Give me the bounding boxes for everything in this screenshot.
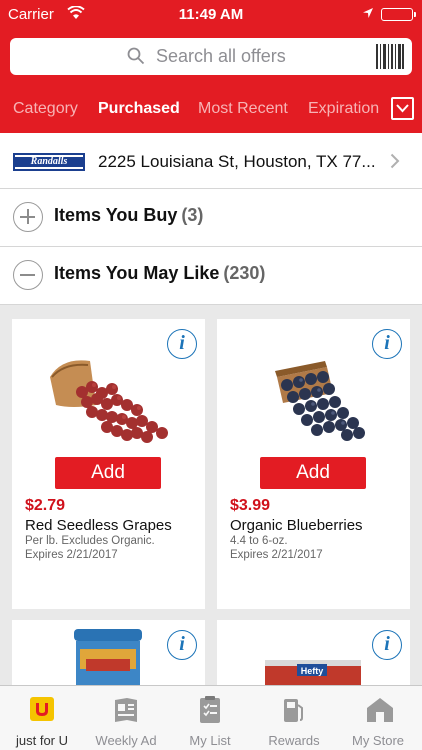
tab-category[interactable]: Category [13, 100, 78, 118]
tab-rewards[interactable]: Rewards [252, 686, 336, 750]
offer-description: Per lb. Excludes Organic. [25, 535, 155, 547]
offer-card[interactable]: i [12, 620, 205, 685]
filter-tabs: Category Purchased Most Recent Expiratio… [0, 88, 422, 128]
offer-card[interactable]: i Add $3.99 Organic Blueberries 4.4 to 6… [217, 319, 410, 609]
grapes-image [50, 360, 168, 443]
tab-bar: just for U Weekly Ad My List Rewards My … [0, 685, 422, 750]
app-header: Carrier 11:49 AM Search all offers Categ… [0, 0, 422, 133]
hefty-bags-image: Hefty [265, 660, 361, 685]
status-bar: Carrier 11:49 AM [0, 0, 422, 30]
tab-label: My List [189, 733, 231, 748]
offer-card[interactable]: i Add $2.79 Red Seedless Grapes Per lb. … [12, 319, 205, 609]
section-title: Items You May Like [54, 263, 220, 283]
store-logo: Randalls [13, 153, 85, 171]
offer-price: $3.99 [230, 497, 271, 514]
offer-name: Organic Blueberries [230, 517, 363, 534]
store-selector[interactable]: Randalls 2225 Louisiana St, Houston, TX … [0, 133, 422, 189]
section-count: (230) [223, 263, 266, 283]
peanut-butter-image [74, 629, 142, 685]
offer-price: $2.79 [25, 497, 66, 514]
add-offer-button[interactable]: Add [55, 457, 161, 489]
tab-my-list[interactable]: My List [168, 686, 252, 750]
tab-label: Rewards [268, 733, 320, 748]
chevron-down-icon [396, 104, 409, 113]
offer-card[interactable]: i Hefty [217, 620, 410, 685]
expand-plus-icon[interactable] [13, 202, 43, 232]
offer-name: Red Seedless Grapes [25, 517, 172, 534]
add-offer-button[interactable]: Add [260, 457, 366, 489]
info-icon[interactable]: i [372, 630, 402, 660]
location-arrow-icon [362, 6, 374, 23]
section-title: Items You Buy [54, 205, 178, 225]
section-items-you-buy[interactable]: Items You Buy (3) [0, 189, 422, 247]
tab-my-store[interactable]: My Store [336, 686, 420, 750]
tab-purchased[interactable]: Purchased [98, 100, 180, 118]
chevron-right-icon [390, 153, 400, 174]
store-address: 2225 Louisiana St, Houston, TX 77... [98, 152, 376, 171]
search-bar[interactable]: Search all offers [10, 38, 412, 75]
status-time: 11:49 AM [178, 6, 244, 23]
tab-weekly-ad[interactable]: Weekly Ad [84, 686, 168, 750]
offer-description: 4.4 to 6-oz. [230, 535, 288, 547]
tab-just-for-u[interactable]: just for U [0, 686, 84, 750]
tab-label: just for U [15, 733, 68, 748]
section-count: (3) [181, 205, 204, 225]
tab-label: My Store [351, 733, 404, 748]
tab-label: Weekly Ad [95, 733, 157, 748]
hefty-brand-text: Hefty [301, 666, 324, 676]
collapse-minus-icon[interactable] [13, 260, 43, 290]
info-icon[interactable]: i [167, 630, 197, 660]
store-logo-text: Randalls [30, 156, 68, 167]
section-items-you-may-like[interactable]: Items You May Like (230) [0, 247, 422, 305]
filter-dropdown-button[interactable] [391, 97, 414, 120]
barcode-icon[interactable] [376, 44, 404, 69]
tab-most-recent[interactable]: Most Recent [198, 100, 288, 118]
blueberries-image [275, 361, 365, 441]
battery-icon [381, 8, 416, 21]
just-for-u-icon [29, 696, 55, 724]
offer-expiration: Expires 2/21/2017 [230, 549, 323, 561]
search-input[interactable]: Search all offers [156, 46, 286, 67]
search-icon [127, 47, 145, 65]
weekly-ad-icon [113, 696, 139, 724]
tab-expiration[interactable]: Expiration [308, 100, 379, 118]
offer-expiration: Expires 2/21/2017 [25, 549, 118, 561]
list-icon [197, 696, 223, 724]
fuel-pump-icon [281, 696, 307, 724]
store-icon [365, 696, 393, 724]
